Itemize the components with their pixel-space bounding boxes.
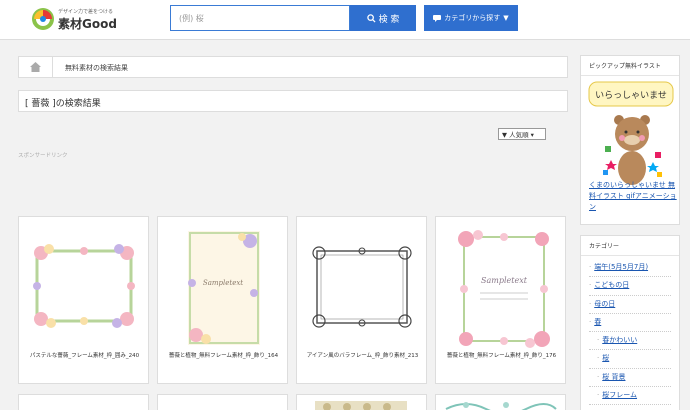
breadcrumb: 無料素材の検索結果 bbox=[18, 56, 568, 78]
category-search-button[interactable]: カテゴリから探す ▼ bbox=[424, 5, 518, 31]
result-card[interactable] bbox=[296, 394, 427, 410]
bullet-icon: · bbox=[597, 372, 600, 381]
rose-plant-frame-thumbnail: Sampletext bbox=[188, 231, 260, 345]
bullet-icon: · bbox=[589, 299, 592, 308]
search-icon bbox=[366, 13, 376, 23]
sponsored-link-label: スポンサードリンク bbox=[18, 153, 68, 159]
bullet-icon: · bbox=[589, 317, 592, 326]
rose-plant-frame-thumbnail: Sampletext bbox=[458, 230, 550, 348]
bullet-icon: · bbox=[597, 391, 600, 400]
logo-tagline: デザイン力で差をつける bbox=[58, 9, 114, 15]
home-icon bbox=[30, 62, 41, 72]
result-card[interactable]: Sampletext 薔薇と植物_無料フレーム素材_枠_飾り_164 bbox=[157, 216, 288, 384]
iron-rose-frame-thumbnail bbox=[312, 246, 412, 328]
category-subitem[interactable]: · 桜 bbox=[589, 350, 671, 369]
svg-text:いらっしゃいませ: いらっしゃいませ bbox=[595, 90, 667, 101]
result-card[interactable] bbox=[157, 394, 288, 410]
search-result-title: [ 薔薇 ]の検索結果 bbox=[18, 90, 568, 112]
category-subitem[interactable]: · 桜フレーム bbox=[589, 387, 671, 406]
category-panel: カテゴリー · 端午(5月5月7月) · こどもの日 · 母の日 · 春 · 春かわいい … bbox=[580, 235, 680, 410]
result-card[interactable]: アイアン風のバラフレーム_枠_飾り素材_213 bbox=[296, 216, 427, 384]
category-list: · 端午(5月5月7月) · こどもの日 · 母の日 · 春 · 春かわいい · 桜 · 桜 … bbox=[581, 256, 679, 408]
breadcrumb-current: 無料素材の検索結果 bbox=[65, 64, 128, 72]
site-logo[interactable]: デザイン力で差をつける 素材Good bbox=[30, 5, 130, 35]
search-button[interactable]: 検 索 bbox=[350, 5, 416, 31]
welcome-bear-illustration[interactable]: いらっしゃいませ bbox=[585, 80, 677, 190]
result-card[interactable] bbox=[18, 394, 149, 410]
card-label[interactable]: アイアン風のバラフレーム_枠_飾り素材_213 bbox=[299, 351, 426, 359]
card-thumbnail-partial bbox=[315, 401, 407, 410]
search-input[interactable]: (例) 桜 bbox=[170, 5, 350, 31]
category-subitem[interactable]: · 桜 背景 bbox=[589, 369, 671, 388]
site-header: デザイン力で差をつける 素材Good (例) 桜 検 索 カテゴリから探す ▼ bbox=[0, 0, 690, 40]
card-label[interactable]: 薔薇と植物_無料フレーム素材_枠_飾り_176 bbox=[438, 351, 565, 359]
pickup-link[interactable]: くまのいらっしゃいませ 無料イラスト gifアニメーション bbox=[589, 180, 679, 213]
category-subitem[interactable]: · 春かわいい bbox=[589, 332, 671, 351]
category-item[interactable]: · 母の日 bbox=[589, 296, 671, 314]
logo-mark-icon bbox=[32, 8, 54, 30]
card-thumbnail-partial bbox=[445, 402, 557, 410]
sample-text: Sampletext bbox=[481, 276, 528, 285]
category-button-label: カテゴリから探す bbox=[444, 14, 501, 22]
sample-text: Sampletext bbox=[203, 279, 243, 287]
home-link[interactable] bbox=[19, 57, 53, 77]
pastel-rose-frame-thumbnail bbox=[33, 244, 135, 328]
sort-select[interactable]: ▼ 人気順 ▾ bbox=[498, 128, 546, 140]
bullet-icon: · bbox=[589, 281, 592, 290]
bullet-icon: · bbox=[589, 263, 592, 271]
speech-bubble-icon bbox=[433, 14, 442, 22]
logo-name: 素材Good bbox=[58, 17, 117, 31]
pickup-heading: ピックアップ無料イラスト bbox=[581, 56, 679, 76]
card-label[interactable]: パステルな薔薇_フレーム素材_枠_囲み_240 bbox=[21, 351, 148, 359]
category-item[interactable]: · 春 bbox=[589, 314, 671, 333]
search-button-label: 検 索 bbox=[378, 14, 400, 25]
category-heading: カテゴリー bbox=[581, 236, 679, 256]
caret-down-icon: ▼ bbox=[503, 14, 509, 22]
result-card[interactable] bbox=[435, 394, 566, 410]
card-label[interactable]: 薔薇と植物_無料フレーム素材_枠_飾り_164 bbox=[160, 351, 287, 359]
result-card[interactable]: パステルな薔薇_フレーム素材_枠_囲み_240 bbox=[18, 216, 149, 384]
pickup-illustration-panel: ピックアップ無料イラスト いらっしゃいませ くまのいらっしゃいませ 無料イラスト… bbox=[580, 55, 680, 225]
bullet-icon: · bbox=[597, 354, 600, 363]
category-item[interactable]: · 端午(5月5月7月) bbox=[589, 259, 671, 278]
bullet-icon: · bbox=[597, 336, 600, 345]
category-item[interactable]: · こどもの日 bbox=[589, 277, 671, 296]
result-card[interactable]: Sampletext 薔薇と植物_無料フレーム素材_枠_飾り_176 bbox=[435, 216, 566, 384]
